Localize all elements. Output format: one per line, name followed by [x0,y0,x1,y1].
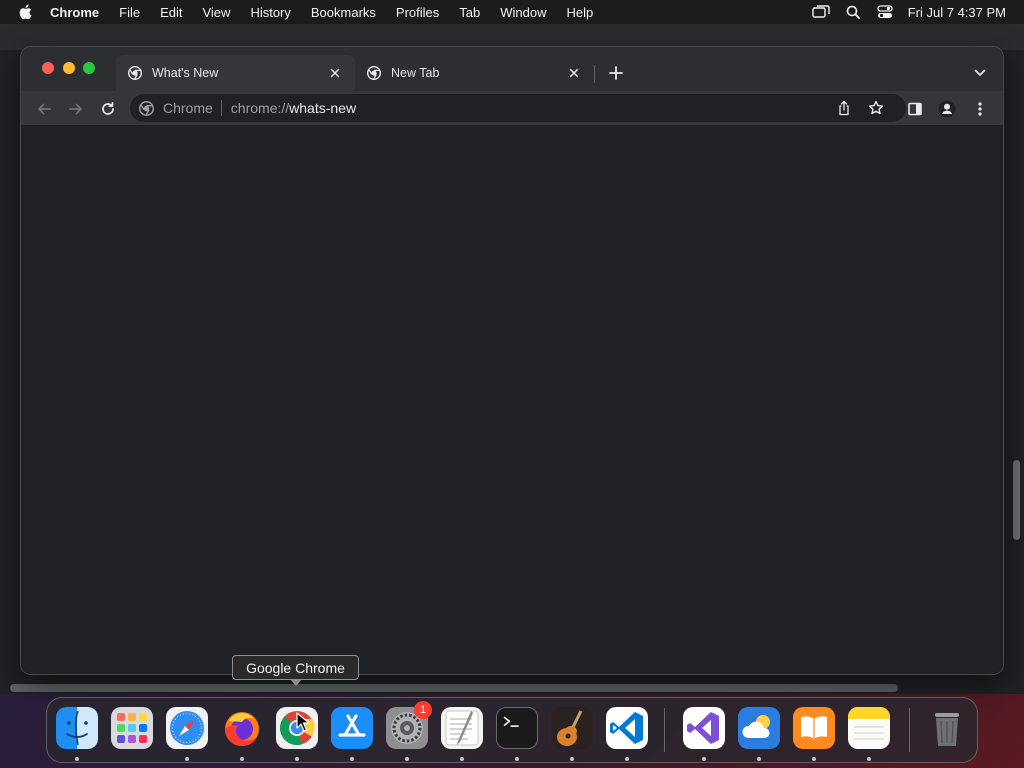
tab-title: What's New [152,66,219,80]
running-indicator [515,757,519,761]
dock-tooltip: Google Chrome [232,655,359,680]
chrome-favicon-icon [366,65,382,81]
menu-bar: Chrome File Edit View History Bookmarks … [0,0,1024,24]
apple-logo-icon[interactable] [18,4,34,20]
running-indicator [295,757,299,761]
bookmark-star-button[interactable] [866,98,886,118]
share-button[interactable] [834,98,854,118]
dock-tooltip-arrow [290,679,302,686]
menu-window[interactable]: Window [500,5,546,20]
side-panel-button[interactable] [904,98,926,120]
tab-search-button[interactable] [970,63,990,83]
side-panel-icon [908,102,922,116]
window-close-button[interactable] [42,62,54,74]
visual-studio-icon[interactable] [683,707,725,749]
window-zoom-button[interactable] [83,62,95,74]
running-indicator [812,757,816,761]
url-scheme: chrome:// [230,100,290,116]
running-indicator [350,757,354,761]
dock-separator [664,708,665,752]
spotlight-search-icon[interactable] [844,4,862,20]
menu-history[interactable]: History [250,5,290,20]
finder-icon[interactable] [56,707,98,749]
menu-file[interactable]: File [119,5,140,20]
running-indicator [460,757,464,761]
running-indicator [702,757,706,761]
arrow-right-icon [69,103,82,115]
mouse-cursor-icon [296,712,310,732]
plus-icon [609,66,623,80]
running-indicator [757,757,761,761]
share-icon [839,100,849,116]
notification-badge: 1 [414,701,432,719]
browser-toolbar: Chrome chrome://whats-new [21,91,1003,126]
chevron-down-icon [974,69,986,76]
control-center-icon[interactable] [876,4,894,20]
running-indicator [405,757,409,761]
chrome-window: What's New New Tab Chrome chrome:// what… [21,47,1003,674]
new-tab-button[interactable] [606,63,626,83]
forward-button[interactable] [65,98,87,120]
launchpad-icon[interactable] [111,707,153,749]
weather-icon[interactable] [738,707,780,749]
back-button[interactable] [33,98,55,120]
running-indicator [625,757,629,761]
notes-icon[interactable] [848,707,890,749]
tab-new-tab[interactable]: New Tab [355,55,594,91]
firefox-icon[interactable] [221,707,263,749]
tab-strip: What's New New Tab [21,47,1003,91]
tab-separator [594,65,595,83]
garageband-icon[interactable] [551,707,593,749]
url-host: whats-new [289,100,357,116]
more-vertical-icon [978,102,982,116]
vscode-icon[interactable] [606,707,648,749]
books-icon[interactable] [793,707,835,749]
menu-help[interactable]: Help [567,5,594,20]
window-minimize-button[interactable] [63,62,75,74]
dock: 1 [46,697,978,763]
tab-title: New Tab [391,66,440,80]
chrome-menu-button[interactable] [969,98,991,120]
terminal-icon[interactable] [496,707,538,749]
running-indicator [570,757,574,761]
trash-icon[interactable] [926,707,968,749]
address-chip-label: Chrome [163,100,213,116]
chrome-site-info-icon[interactable] [139,100,155,116]
address-chip-separator [220,100,222,116]
running-indicator [867,757,871,761]
menu-profiles[interactable]: Profiles [396,5,439,20]
horizontal-scrollbar[interactable] [10,684,898,692]
screen-mirroring-icon[interactable] [812,4,830,20]
page-content [21,127,1003,674]
reload-icon [102,101,114,115]
close-icon[interactable] [566,65,582,81]
menubar-clock[interactable]: Fri Jul 7 4:37 PM [908,5,1006,20]
profile-avatar-icon [938,100,956,118]
close-icon[interactable] [327,65,343,81]
dock-separator [909,708,910,752]
star-icon [868,100,884,115]
safari-icon[interactable] [166,707,208,749]
arrow-left-icon [38,103,51,115]
menu-bookmarks[interactable]: Bookmarks [311,5,376,20]
profile-button[interactable] [936,98,958,120]
vertical-scrollbar[interactable] [1013,460,1020,540]
tab-whats-new[interactable]: What's New [116,55,355,91]
menubar-status-area: Fri Jul 7 4:37 PM [798,0,1006,24]
menu-tab[interactable]: Tab [459,5,480,20]
address-bar[interactable]: Chrome chrome://whats-new [130,94,906,122]
chrome-favicon-icon [127,65,143,81]
menu-chrome[interactable]: Chrome [50,5,99,20]
running-indicator [185,757,189,761]
menu-view[interactable]: View [202,5,230,20]
menu-edit[interactable]: Edit [160,5,182,20]
running-indicator [75,757,79,761]
reload-button[interactable] [97,98,119,120]
textedit-icon[interactable] [441,707,483,749]
app-store-icon[interactable] [331,707,373,749]
running-indicator [240,757,244,761]
